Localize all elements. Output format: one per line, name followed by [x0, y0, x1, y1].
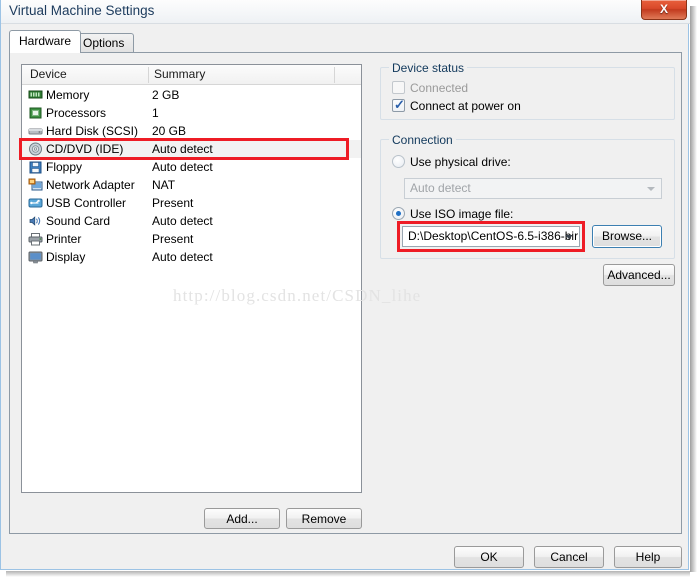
- help-button[interactable]: Help: [614, 546, 682, 568]
- list-item-cd-dvd-selected[interactable]: CD/DVD (IDE) Auto detect: [22, 140, 361, 158]
- device-list[interactable]: Device Summary Memory 2 GB Processors 1: [21, 64, 362, 493]
- device-name: Hard Disk (SCSI): [46, 124, 139, 138]
- device-summary: Auto detect: [152, 250, 213, 264]
- printer-icon: [28, 232, 43, 246]
- sound-card-icon: [28, 214, 43, 228]
- list-item[interactable]: Printer Present: [22, 230, 361, 248]
- device-summary: Present: [152, 196, 194, 210]
- window-shadow-right: [690, 6, 697, 572]
- device-rows: Memory 2 GB Processors 1 Hard Disk (SCSI…: [22, 86, 361, 266]
- physical-drive-value: Auto detect: [410, 181, 471, 195]
- connect-at-power-on-checkbox[interactable]: ✓: [392, 97, 405, 112]
- window-shadow-bottom: [6, 571, 690, 577]
- remove-button[interactable]: Remove: [286, 508, 362, 529]
- device-name: Network Adapter: [46, 178, 135, 192]
- processor-icon: [28, 106, 43, 120]
- tab-strip: Hardware Options: [9, 30, 682, 53]
- device-name: Floppy: [46, 160, 83, 174]
- display-icon: [28, 250, 43, 264]
- device-name: Printer: [46, 232, 82, 246]
- iso-path-value: D:\Desktop\CentOS-6.5-i386-bir: [408, 229, 579, 243]
- device-list-header: Device Summary: [22, 65, 361, 85]
- usb-controller-icon: [28, 196, 43, 210]
- connected-checkbox[interactable]: [392, 81, 405, 94]
- close-icon[interactable]: X: [641, 0, 687, 20]
- use-physical-drive-label: Use physical drive:: [410, 155, 511, 169]
- list-item[interactable]: Memory 2 GB: [22, 86, 361, 104]
- cd-dvd-icon: [28, 142, 43, 156]
- list-item[interactable]: Processors 1: [22, 104, 361, 122]
- device-name: Memory: [46, 88, 90, 102]
- device-summary: 2 GB: [152, 88, 180, 102]
- column-header-summary[interactable]: Summary: [154, 67, 205, 81]
- list-item[interactable]: Floppy Auto detect: [22, 158, 361, 176]
- connected-label: Connected: [410, 81, 469, 95]
- virtual-machine-settings-window: Virtual Machine Settings X Hardware Opti…: [0, 0, 690, 570]
- list-item[interactable]: Display Auto detect: [22, 248, 361, 266]
- device-summary: NAT: [152, 178, 176, 192]
- device-name: Processors: [46, 106, 107, 120]
- list-item[interactable]: Hard Disk (SCSI) 20 GB: [22, 122, 361, 140]
- checkmark-icon: ✓: [394, 97, 405, 112]
- device-status-title: Device status: [389, 61, 468, 75]
- device-summary: 1: [152, 106, 159, 120]
- chevron-down-icon[interactable]: [565, 235, 573, 239]
- iso-path-combobox[interactable]: D:\Desktop\CentOS-6.5-i386-bir: [402, 226, 580, 247]
- device-summary: Auto detect: [152, 142, 213, 156]
- browse-button[interactable]: Browse...: [592, 225, 662, 248]
- use-physical-drive-radio[interactable]: [392, 155, 405, 168]
- tab-hardware[interactable]: Hardware: [9, 30, 82, 53]
- device-name: USB Controller: [46, 196, 127, 210]
- device-name: Sound Card: [46, 214, 111, 228]
- add-button[interactable]: Add...: [204, 508, 280, 529]
- device-summary: Auto detect: [152, 214, 213, 228]
- list-item[interactable]: Sound Card Auto detect: [22, 212, 361, 230]
- device-name: CD/DVD (IDE): [46, 142, 124, 156]
- use-iso-image-label: Use ISO image file:: [410, 207, 514, 221]
- window-title: Virtual Machine Settings: [9, 3, 155, 18]
- physical-drive-combobox[interactable]: Auto detect: [404, 178, 662, 199]
- memory-icon: [28, 88, 43, 102]
- use-iso-image-radio[interactable]: [392, 207, 405, 220]
- hard-disk-icon: [28, 124, 43, 138]
- connection-title: Connection: [389, 133, 456, 147]
- device-name: Display: [46, 250, 86, 264]
- watermark-text: http://blog.csdn.net/CSDN_lihe: [173, 286, 422, 305]
- connect-at-power-on-label: Connect at power on: [410, 99, 521, 113]
- device-summary: Present: [152, 232, 194, 246]
- device-summary: 20 GB: [152, 124, 187, 138]
- list-item[interactable]: Network Adapter NAT: [22, 176, 361, 194]
- title-bar: Virtual Machine Settings X: [1, 0, 690, 24]
- device-status-group: Device status Connected ✓ Connect at pow…: [380, 61, 675, 120]
- column-divider-1[interactable]: [148, 67, 149, 83]
- device-summary: Auto detect: [152, 160, 213, 174]
- network-adapter-icon: [28, 178, 43, 192]
- cancel-button[interactable]: Cancel: [534, 546, 604, 568]
- advanced-button[interactable]: Advanced...: [603, 264, 675, 286]
- chevron-down-icon: [647, 187, 655, 191]
- tab-options[interactable]: Options: [73, 33, 135, 52]
- floppy-icon: [28, 160, 43, 174]
- column-divider-2[interactable]: [334, 67, 335, 83]
- ok-button[interactable]: OK: [454, 546, 524, 568]
- list-item[interactable]: USB Controller Present: [22, 194, 361, 212]
- column-header-device[interactable]: Device: [30, 67, 67, 81]
